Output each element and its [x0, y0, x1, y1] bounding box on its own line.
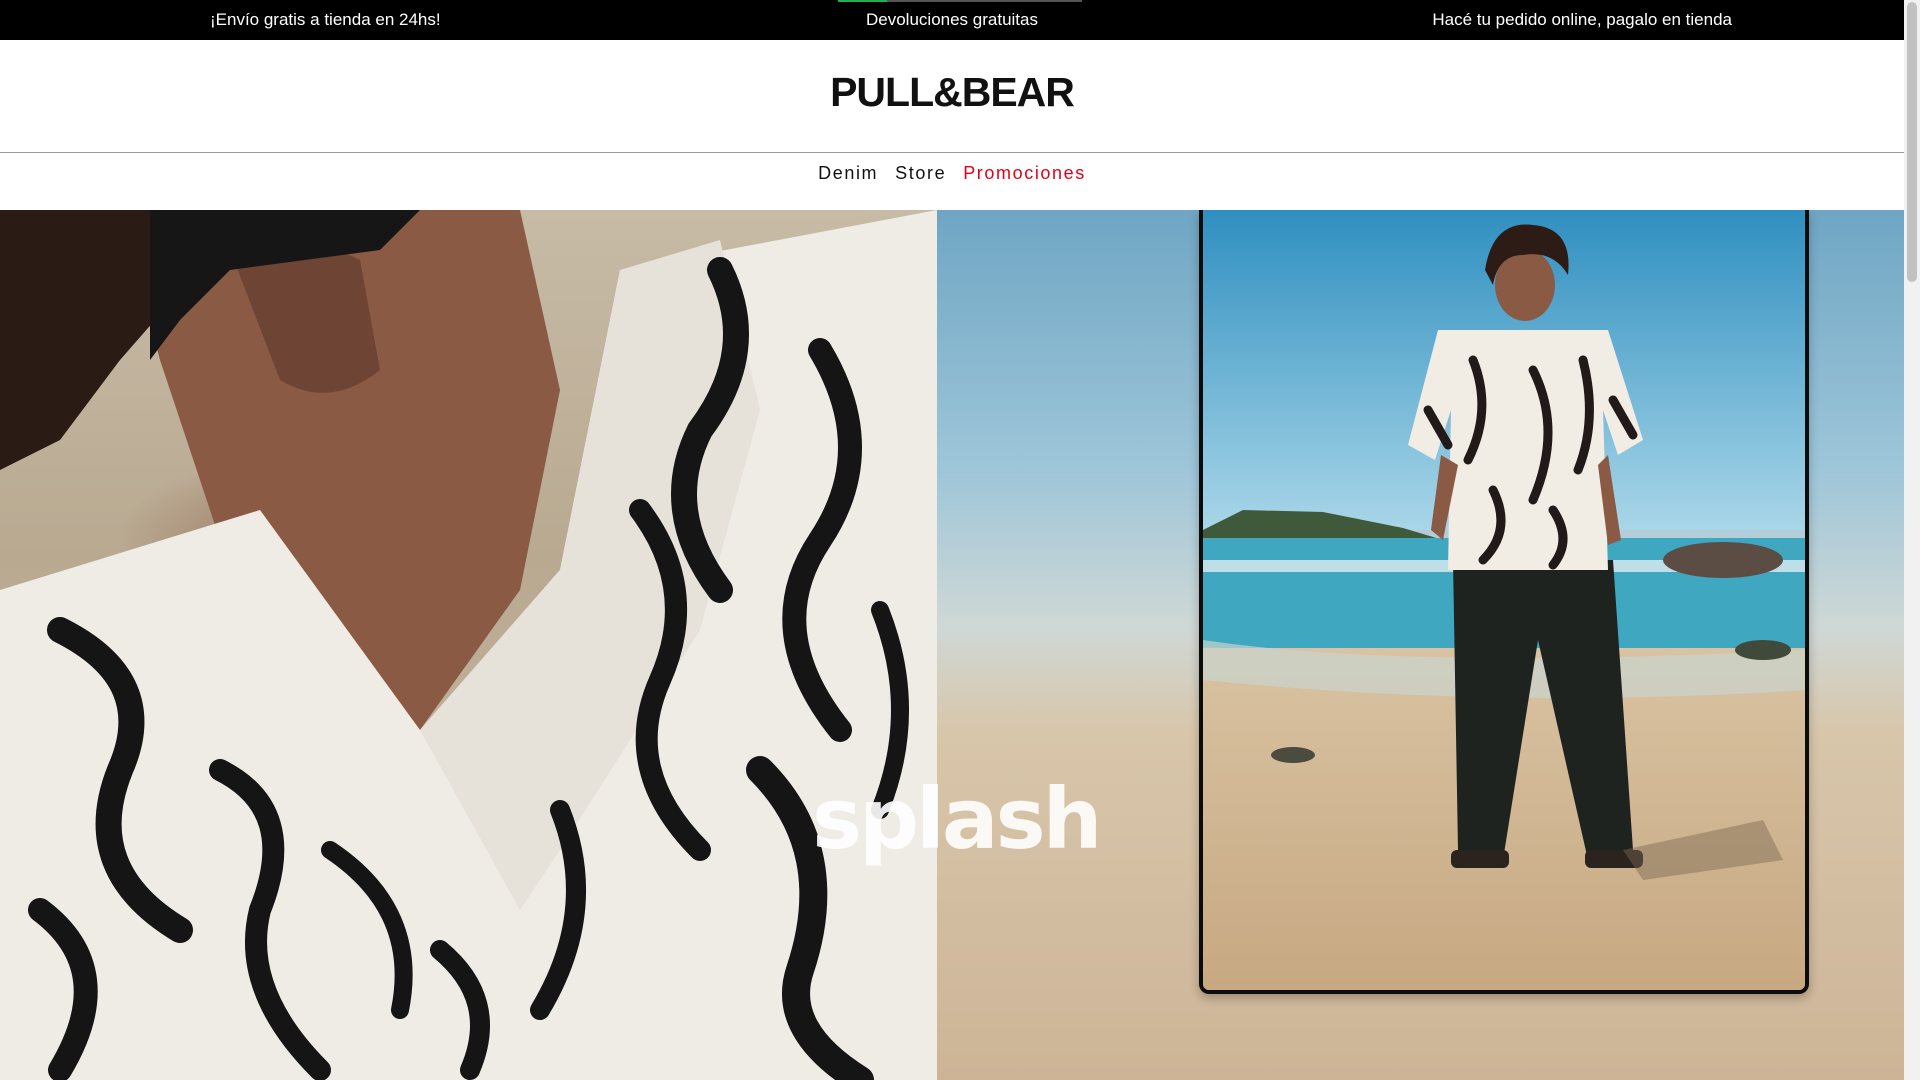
main-nav: Denim Store Promociones	[0, 153, 1904, 210]
site-header: PULL&BEAR	[0, 40, 1904, 153]
scrollbar-thumb[interactable]	[1907, 2, 1917, 282]
announcement-pay-in-store[interactable]: Hacé tu pedido online, pagalo en tienda	[1432, 0, 1732, 40]
hero-headline: splash	[812, 770, 1102, 868]
nav-item-store[interactable]: Store	[895, 153, 946, 194]
nav-item-promociones[interactable]: Promociones	[963, 153, 1086, 194]
nav-item-denim[interactable]: Denim	[818, 153, 878, 194]
framed-beach-photo	[1199, 210, 1809, 994]
shirt-closeup-illustration	[0, 210, 937, 1080]
beach-model-illustration	[1203, 210, 1805, 990]
brand-logo[interactable]: PULL&BEAR	[0, 69, 1904, 116]
announcement-bar: ¡Envío gratis a tienda en 24hs! Devoluci…	[0, 0, 1904, 40]
hero-left-closeup-image	[0, 210, 937, 1080]
page: ¡Envío gratis a tienda en 24hs! Devoluci…	[0, 0, 1904, 1080]
hero-banner[interactable]: splash	[0, 210, 1904, 1080]
page-scrollbar[interactable]	[1904, 0, 1920, 1080]
